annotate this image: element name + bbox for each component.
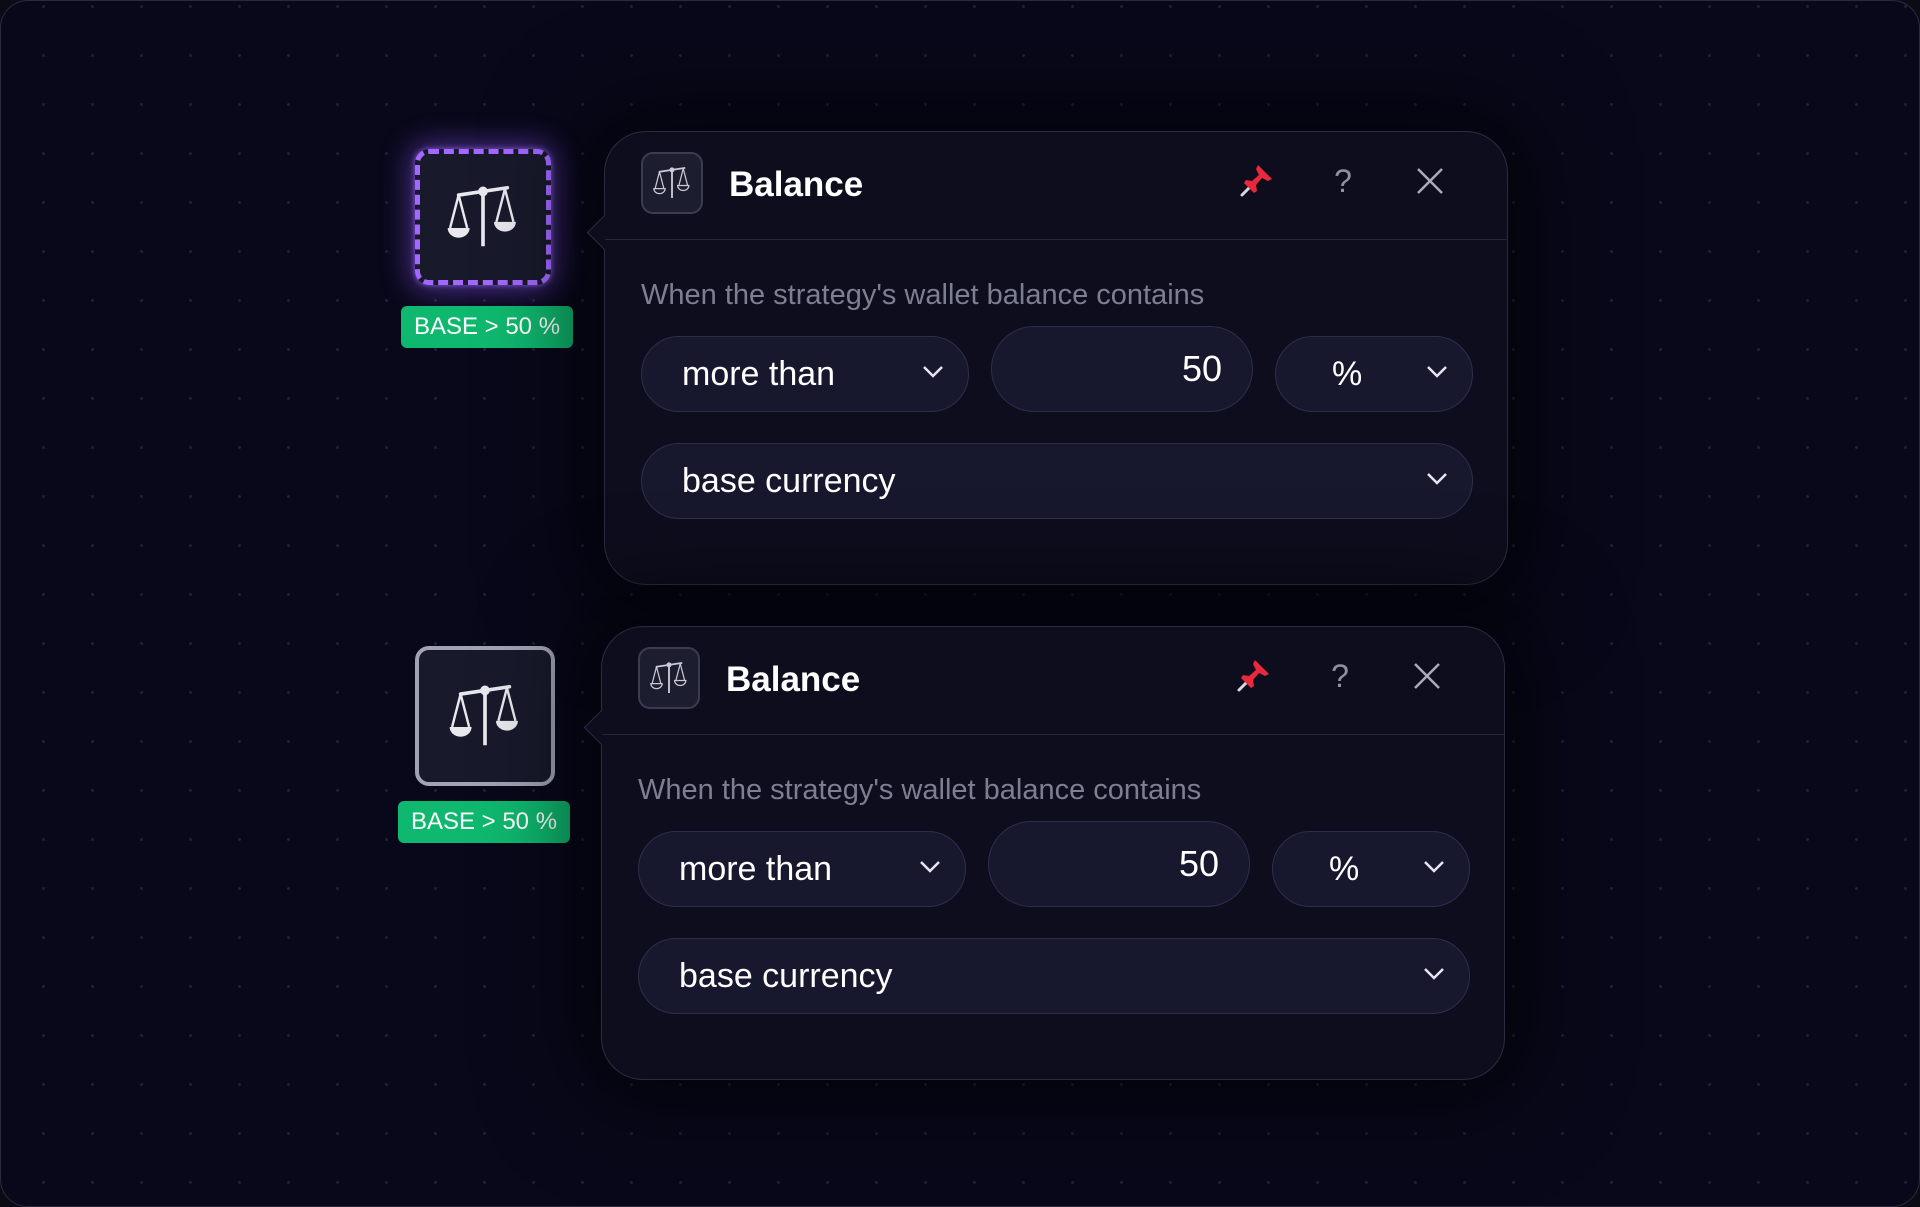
- balance-scale-icon: [638, 647, 700, 709]
- chevron-down-icon: [1424, 968, 1444, 980]
- threshold-value: 50: [1181, 348, 1222, 389]
- currency-value: base currency: [682, 461, 896, 500]
- chevron-down-icon: [1427, 473, 1447, 485]
- unit-select[interactable]: %: [1275, 336, 1473, 412]
- workflow-canvas[interactable]: BASE > 50 % Balance ? When the strategy'…: [0, 0, 1920, 1207]
- chevron-down-icon: [1424, 861, 1444, 873]
- help-button[interactable]: ?: [1315, 651, 1365, 701]
- unit-select[interactable]: %: [1272, 831, 1470, 907]
- condition-badge: BASE > 50 %: [398, 801, 570, 843]
- balance-settings-panel: Balance ? When the strategy's wallet bal…: [604, 131, 1508, 585]
- panel-title: Balance: [729, 165, 864, 204]
- question-icon: ?: [1331, 657, 1349, 694]
- condition-description: When the strategy's wallet balance conta…: [638, 774, 1202, 806]
- balance-node[interactable]: [415, 646, 555, 786]
- operator-select[interactable]: more than: [638, 831, 966, 907]
- pin-icon: [1240, 165, 1272, 197]
- operator-select[interactable]: more than: [641, 336, 969, 412]
- threshold-input[interactable]: 50: [991, 326, 1253, 412]
- balance-node[interactable]: [415, 149, 551, 285]
- chevron-down-icon: [1427, 366, 1447, 378]
- panel-header: Balance ?: [605, 132, 1507, 240]
- operator-value: more than: [679, 849, 833, 888]
- chevron-down-icon: [920, 861, 940, 873]
- close-icon: [1414, 663, 1440, 689]
- pin-icon: [1237, 660, 1269, 692]
- unit-value: %: [1329, 849, 1360, 888]
- balance-scale-icon: [641, 152, 703, 214]
- condition-description: When the strategy's wallet balance conta…: [641, 279, 1205, 311]
- panel-header: Balance ?: [602, 627, 1504, 735]
- balance-scale-icon: [447, 185, 516, 247]
- condition-badge: BASE > 50 %: [401, 306, 573, 348]
- panel-title: Balance: [726, 660, 861, 699]
- help-button[interactable]: ?: [1318, 156, 1368, 206]
- balance-settings-panel: Balance ? When the strategy's wallet bal…: [601, 626, 1505, 1080]
- currency-select[interactable]: base currency: [638, 938, 1470, 1014]
- pin-button[interactable]: [1231, 156, 1281, 206]
- close-button[interactable]: [1405, 156, 1455, 206]
- currency-value: base currency: [679, 956, 893, 995]
- threshold-input[interactable]: 50: [988, 821, 1250, 907]
- threshold-value: 50: [1178, 843, 1219, 884]
- pin-button[interactable]: [1228, 651, 1278, 701]
- chevron-down-icon: [923, 366, 943, 378]
- question-icon: ?: [1334, 162, 1352, 199]
- close-icon: [1417, 168, 1443, 194]
- balance-scale-icon: [449, 684, 518, 746]
- close-button[interactable]: [1402, 651, 1452, 701]
- currency-select[interactable]: base currency: [641, 443, 1473, 519]
- unit-value: %: [1332, 354, 1363, 393]
- operator-value: more than: [682, 354, 836, 393]
